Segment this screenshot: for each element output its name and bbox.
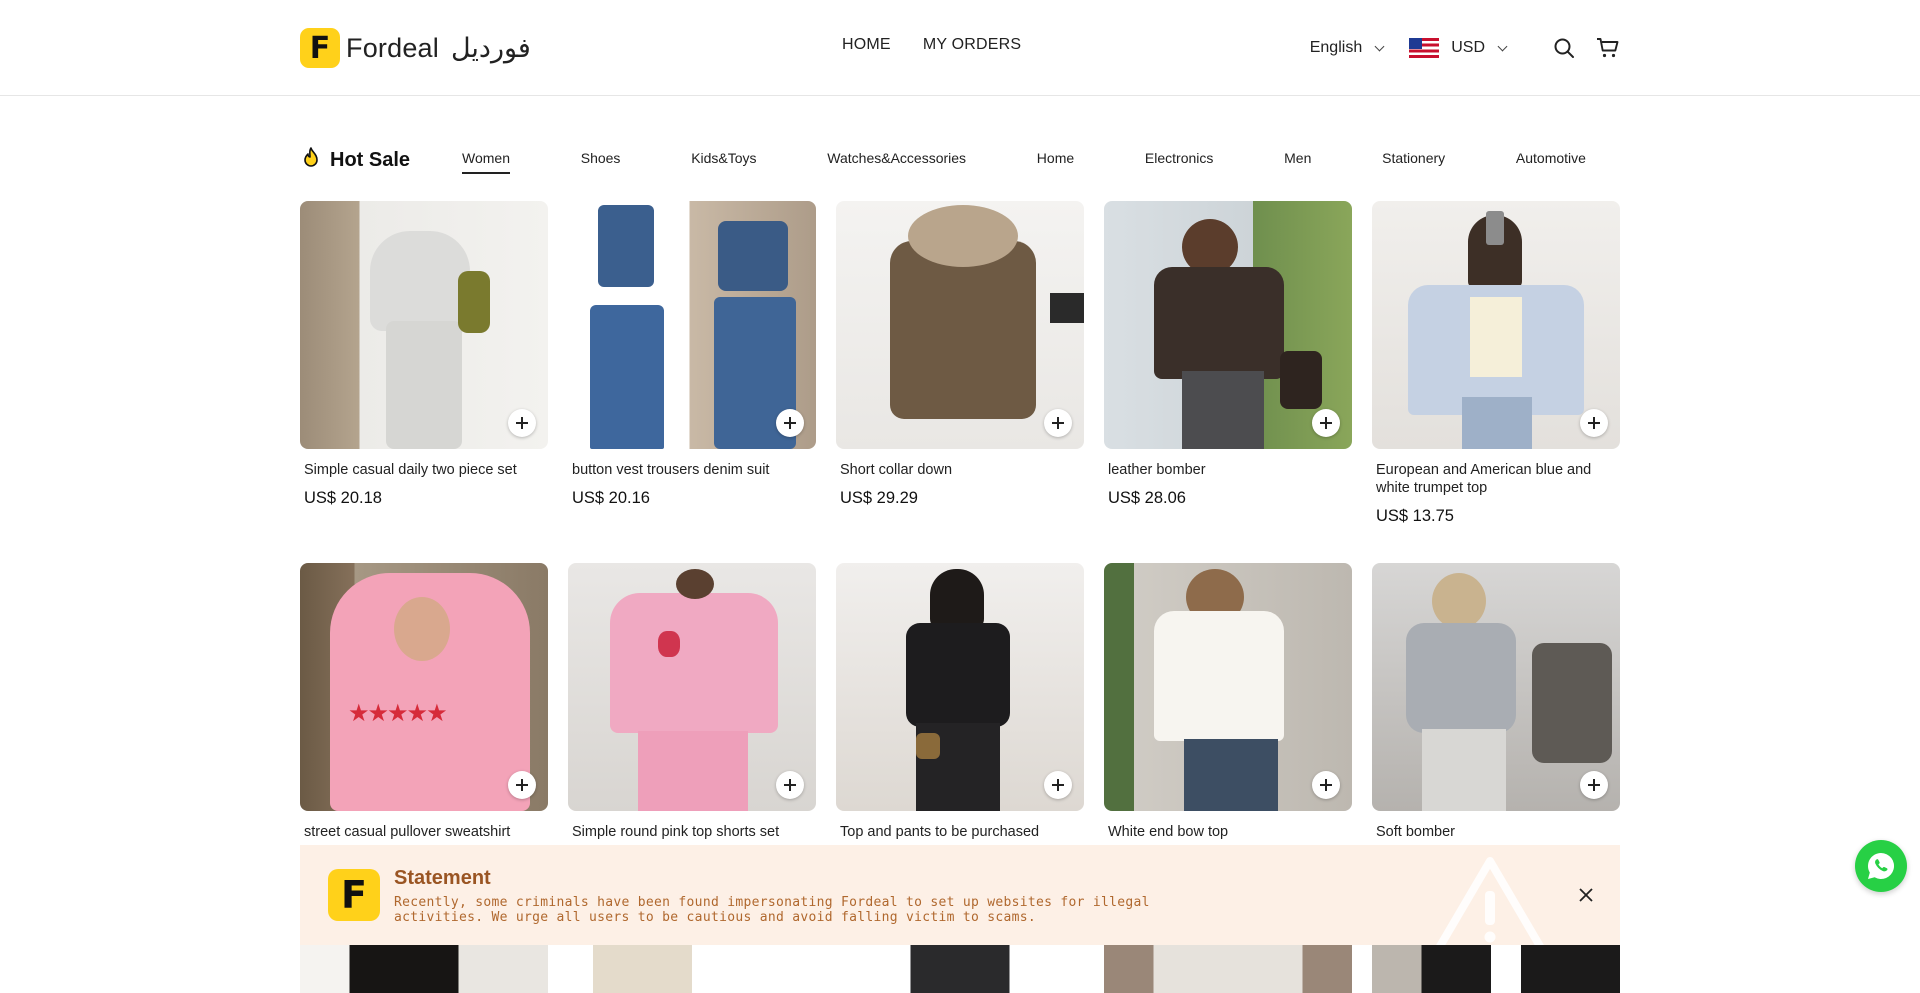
product-image[interactable] <box>1104 943 1352 993</box>
product-image[interactable] <box>568 563 816 811</box>
product-image[interactable] <box>1372 201 1620 449</box>
tab-stationery[interactable]: Stationery <box>1382 150 1445 174</box>
logo-latin: Fordeal <box>346 32 439 63</box>
product-image[interactable]: ★★★★★ <box>300 563 548 811</box>
product-price: US$ 29.29 <box>840 489 918 507</box>
tab-shoes[interactable]: Shoes <box>581 150 621 174</box>
product-card[interactable] <box>300 943 548 993</box>
product-card[interactable] <box>1372 943 1620 993</box>
product-card[interactable]: Short collar down US$ 29.29 <box>836 201 1084 508</box>
nav-home[interactable]: HOME <box>842 36 891 54</box>
tab-men[interactable]: Men <box>1284 150 1311 174</box>
product-name[interactable]: leather bomber <box>1108 461 1348 479</box>
product-name[interactable]: Simple casual daily two piece set <box>304 461 544 479</box>
product-price: US$ 20.18 <box>304 489 382 507</box>
product-image[interactable] <box>568 943 816 993</box>
product-name[interactable]: street casual pullover sweatshirt <box>304 823 544 841</box>
product-name[interactable]: Simple round pink top shorts set <box>572 823 812 841</box>
product-card[interactable]: Simple round pink top shorts set <box>568 563 816 851</box>
product-card[interactable]: European and American blue and white tru… <box>1372 201 1620 526</box>
header-actions: English USD <box>1310 33 1620 63</box>
product-image[interactable] <box>1372 563 1620 811</box>
add-to-cart-button[interactable] <box>1312 771 1340 799</box>
add-to-cart-button[interactable] <box>1044 771 1072 799</box>
product-image[interactable] <box>836 943 1084 993</box>
add-to-cart-button[interactable] <box>1312 409 1340 437</box>
product-image[interactable] <box>1104 201 1352 449</box>
cart-icon[interactable] <box>1596 36 1620 60</box>
us-flag-icon <box>1409 38 1440 58</box>
main-nav: HOME MY ORDERS <box>842 36 1021 54</box>
product-name[interactable]: Short collar down <box>840 461 1080 479</box>
category-tabs: Women Shoes Kids&Toys Watches&Accessorie… <box>462 150 1586 174</box>
statement-banner: F Statement Recently, some criminals hav… <box>300 845 1620 945</box>
add-to-cart-button[interactable] <box>776 771 804 799</box>
statement-title: Statement <box>394 867 491 889</box>
product-card[interactable] <box>1104 943 1352 993</box>
search-icon[interactable] <box>1552 36 1576 60</box>
nav-my-orders[interactable]: MY ORDERS <box>923 36 1021 54</box>
chevron-down-icon <box>1374 41 1385 51</box>
product-image[interactable] <box>836 563 1084 811</box>
add-to-cart-button[interactable] <box>776 409 804 437</box>
add-to-cart-button[interactable] <box>508 771 536 799</box>
product-card[interactable] <box>568 943 816 993</box>
tab-electronics[interactable]: Electronics <box>1145 150 1213 174</box>
product-name[interactable]: European and American blue and white tru… <box>1376 461 1616 497</box>
currency-label: USD <box>1451 39 1485 56</box>
product-card[interactable] <box>836 943 1084 993</box>
tab-women[interactable]: Women <box>462 150 510 174</box>
product-name[interactable]: button vest trousers denim suit <box>572 461 812 479</box>
tab-watches-accessories[interactable]: Watches&Accessories <box>827 150 966 174</box>
currency-selector[interactable]: USD <box>1451 39 1508 57</box>
add-to-cart-button[interactable] <box>1580 409 1608 437</box>
add-to-cart-button[interactable] <box>508 409 536 437</box>
product-image[interactable] <box>1372 943 1620 993</box>
product-price: US$ 28.06 <box>1108 489 1186 507</box>
add-to-cart-button[interactable] <box>1044 409 1072 437</box>
product-card[interactable]: ★★★★★ street casual pullover sweatshirt <box>300 563 548 851</box>
tab-kids-toys[interactable]: Kids&Toys <box>691 150 756 174</box>
site-header: F Fordeal فورديل HOME MY ORDERS English … <box>0 0 1920 96</box>
product-name[interactable]: Soft bomber <box>1376 823 1616 841</box>
statement-text: Recently, some criminals have been found… <box>394 895 1150 925</box>
close-icon[interactable] <box>1576 885 1596 905</box>
language-label: English <box>1309 39 1363 56</box>
tab-home[interactable]: Home <box>1037 150 1074 174</box>
product-card[interactable]: Soft bomber <box>1372 563 1620 841</box>
whatsapp-button[interactable] <box>1855 840 1907 892</box>
product-card[interactable]: White end bow top <box>1104 563 1352 841</box>
hot-sale-title: Hot Sale <box>330 149 411 171</box>
product-card[interactable]: leather bomber US$ 28.06 <box>1104 201 1352 508</box>
product-card[interactable]: button vest trousers denim suit US$ 20.1… <box>568 201 816 508</box>
product-card[interactable]: Top and pants to be purchased separately… <box>836 563 1084 841</box>
warning-icon <box>1436 857 1544 945</box>
product-price: US$ 20.16 <box>572 489 650 507</box>
product-price: US$ 13.75 <box>1376 507 1454 525</box>
product-image[interactable] <box>568 201 816 449</box>
flame-icon <box>300 146 322 175</box>
product-card[interactable]: Simple casual daily two piece set US$ 20… <box>300 201 548 508</box>
product-image[interactable] <box>836 201 1084 449</box>
statement-logo: F <box>328 869 380 921</box>
logo-arabic: فورديل <box>450 32 531 63</box>
product-name[interactable]: Top and pants to be purchased separately… <box>840 823 1080 841</box>
hot-sale-heading: Hot Sale <box>300 146 410 175</box>
product-image[interactable] <box>1104 563 1352 811</box>
tab-automotive[interactable]: Automotive <box>1516 150 1586 174</box>
whatsapp-icon <box>1868 853 1895 879</box>
add-to-cart-button[interactable] <box>1580 771 1608 799</box>
chevron-down-icon <box>1497 41 1508 51</box>
product-image[interactable] <box>300 201 548 449</box>
logo-mark: F <box>300 28 340 68</box>
product-image[interactable] <box>300 943 548 993</box>
language-selector[interactable]: English <box>1309 39 1385 57</box>
product-name[interactable]: White end bow top <box>1108 823 1348 841</box>
site-logo[interactable]: F Fordeal فورديل <box>300 28 531 68</box>
